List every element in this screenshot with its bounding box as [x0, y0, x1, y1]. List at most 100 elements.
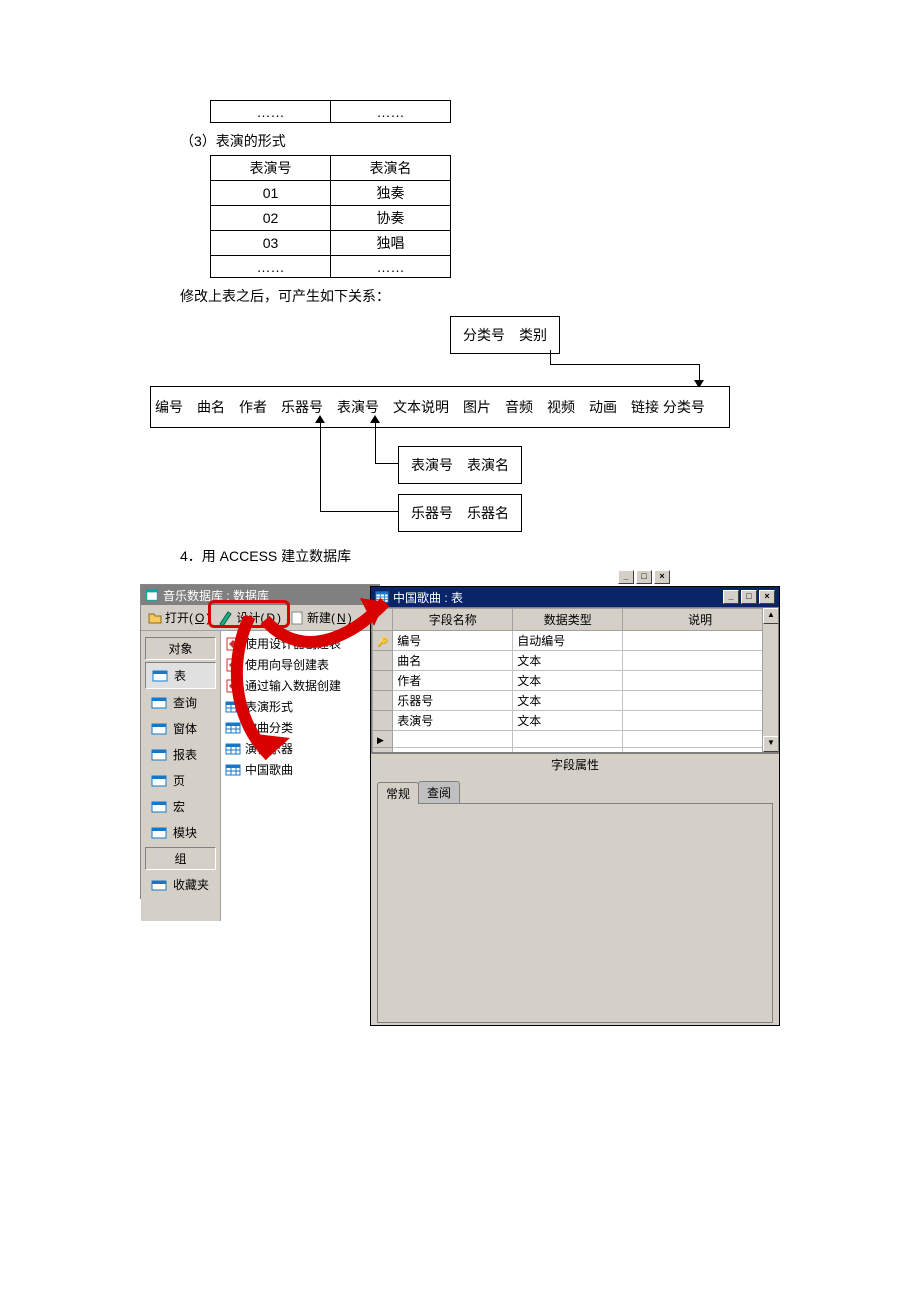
- row-selector[interactable]: [373, 748, 393, 754]
- sidebar-item-icon: [151, 722, 167, 736]
- design-max-btn[interactable]: □: [741, 590, 757, 604]
- list-item[interactable]: 通过输入数据创建: [223, 675, 377, 696]
- table-cell: 独奏: [331, 181, 451, 206]
- table-design-window: 中国歌曲 : 表 _ □ × 字段名称 数据类型 说明: [370, 586, 780, 1026]
- scroll-up-btn[interactable]: ▲: [763, 608, 779, 624]
- sidebar-item-1[interactable]: 查询: [145, 690, 216, 715]
- list-item-label: 中国歌曲: [245, 761, 293, 778]
- th-perform-no: 表演号: [211, 156, 331, 181]
- data-type-cell[interactable]: 文本: [513, 671, 623, 691]
- field-props-body[interactable]: [377, 803, 773, 1023]
- sidebar-item-icon: [152, 669, 168, 683]
- relationship-diagram: 分类号 类别 编号 曲名 作者 乐器号 表演号 文本说明 图片 音频 视频 动画…: [150, 316, 770, 536]
- field-props-title: 字段属性: [371, 754, 779, 775]
- list-item-label: 使用设计器创建表: [245, 635, 341, 652]
- row-selector[interactable]: [373, 691, 393, 711]
- table-cell: ……: [211, 101, 331, 123]
- sidebar-item-icon: [151, 696, 167, 710]
- stub-min-btn[interactable]: _: [618, 570, 634, 584]
- sidebar-item-3[interactable]: 报表: [145, 742, 216, 767]
- design-button[interactable]: 设计(D): [218, 609, 281, 626]
- field-name-cell[interactable]: 曲名: [393, 651, 513, 671]
- table-object-icon: [225, 720, 241, 736]
- field-properties-pane: 字段属性 常规 查阅: [371, 753, 779, 1023]
- sidebar-item-2[interactable]: 窗体: [145, 716, 216, 741]
- description-cell[interactable]: [623, 731, 778, 748]
- data-type-cell[interactable]: [513, 731, 623, 748]
- box-category: 分类号 类别: [450, 316, 560, 354]
- stub-window-controls: _ □ ×: [618, 570, 670, 584]
- row-selector[interactable]: [373, 731, 393, 748]
- db-titlebar[interactable]: 音乐数据库 : 数据库: [141, 585, 379, 605]
- list-item[interactable]: 使用向导创建表: [223, 654, 377, 675]
- description-cell[interactable]: [623, 631, 778, 651]
- after-table-text: 修改上表之后，可产生如下关系：: [180, 286, 770, 306]
- open-icon: [147, 610, 163, 626]
- data-type-cell[interactable]: 文本: [513, 651, 623, 671]
- sidebar-item-icon: [151, 748, 167, 762]
- description-cell[interactable]: [623, 711, 778, 731]
- stub-max-btn[interactable]: □: [636, 570, 652, 584]
- db-object-list: 使用设计器创建表使用向导创建表通过输入数据创建表演形式歌曲分类演奏乐器中国歌曲: [221, 631, 379, 921]
- db-icon: [145, 588, 159, 602]
- field-name-cell[interactable]: 乐器号: [393, 691, 513, 711]
- tab-general[interactable]: 常规: [377, 782, 419, 804]
- table-perform: 表演号 表演名 01独奏02协奏03独唱…………: [210, 155, 451, 278]
- list-item[interactable]: 歌曲分类: [223, 717, 377, 738]
- empty-cell[interactable]: [623, 748, 778, 754]
- description-cell[interactable]: [623, 691, 778, 711]
- list-item[interactable]: 演奏乐器: [223, 738, 377, 759]
- field-name-cell[interactable]: 表演号: [393, 711, 513, 731]
- data-type-cell[interactable]: 自动编号: [513, 631, 623, 651]
- design-min-btn[interactable]: _: [723, 590, 739, 604]
- table-cell: ……: [331, 101, 451, 123]
- sidebar-item-0[interactable]: 表: [145, 662, 216, 689]
- description-cell[interactable]: [623, 651, 778, 671]
- section3-title: （3）表演的形式: [180, 131, 770, 151]
- row-selector[interactable]: [373, 671, 393, 691]
- list-item-label: 表演形式: [245, 698, 293, 715]
- sidebar-header-group[interactable]: 组: [145, 847, 216, 870]
- list-item-label: 使用向导创建表: [245, 656, 329, 673]
- field-name-cell[interactable]: 作者: [393, 671, 513, 691]
- scroll-down-btn[interactable]: ▼: [763, 736, 779, 752]
- list-item[interactable]: 中国歌曲: [223, 759, 377, 780]
- col-description[interactable]: 说明: [623, 609, 778, 631]
- grid-scrollbar[interactable]: ▲ ▼: [762, 608, 778, 752]
- sidebar-item-icon: [151, 774, 167, 788]
- data-type-cell[interactable]: 文本: [513, 691, 623, 711]
- sidebar-item-4[interactable]: 页: [145, 768, 216, 793]
- sidebar-item-6[interactable]: 模块: [145, 820, 216, 845]
- box-perform: 表演号 表演名: [398, 446, 522, 484]
- open-button[interactable]: 打开(O): [147, 609, 210, 626]
- field-name-cell[interactable]: 编号: [393, 631, 513, 651]
- sidebar-item-favorites[interactable]: 收藏夹: [145, 872, 216, 897]
- list-item[interactable]: 表演形式: [223, 696, 377, 717]
- table-cell: 独唱: [331, 231, 451, 256]
- col-field-name[interactable]: 字段名称: [393, 609, 513, 631]
- sidebar-item-5[interactable]: 宏: [145, 794, 216, 819]
- table-cell: ……: [331, 256, 451, 278]
- table-cell: 02: [211, 206, 331, 231]
- sidebar-item-label: 表: [174, 667, 186, 684]
- field-grid[interactable]: 字段名称 数据类型 说明 编号自动编号曲名文本作者文本乐器号文本表演号文本 ▲ …: [371, 607, 779, 753]
- wizard-icon: [225, 657, 241, 673]
- table-object-icon: [225, 699, 241, 715]
- data-type-cell[interactable]: 文本: [513, 711, 623, 731]
- col-data-type[interactable]: 数据类型: [513, 609, 623, 631]
- design-close-btn[interactable]: ×: [759, 590, 775, 604]
- sidebar-header-objects[interactable]: 对象: [145, 637, 216, 660]
- new-button[interactable]: 新建(N): [289, 609, 352, 626]
- empty-cell[interactable]: [393, 748, 513, 754]
- field-name-cell[interactable]: [393, 731, 513, 748]
- stub-close-btn[interactable]: ×: [654, 570, 670, 584]
- design-titlebar[interactable]: 中国歌曲 : 表 _ □ ×: [371, 587, 779, 607]
- tab-lookup[interactable]: 查阅: [418, 781, 460, 803]
- sidebar-item-label: 窗体: [173, 720, 197, 737]
- row-selector[interactable]: [373, 651, 393, 671]
- row-selector[interactable]: [373, 631, 393, 651]
- list-item[interactable]: 使用设计器创建表: [223, 633, 377, 654]
- row-selector[interactable]: [373, 711, 393, 731]
- empty-cell[interactable]: [513, 748, 623, 754]
- description-cell[interactable]: [623, 671, 778, 691]
